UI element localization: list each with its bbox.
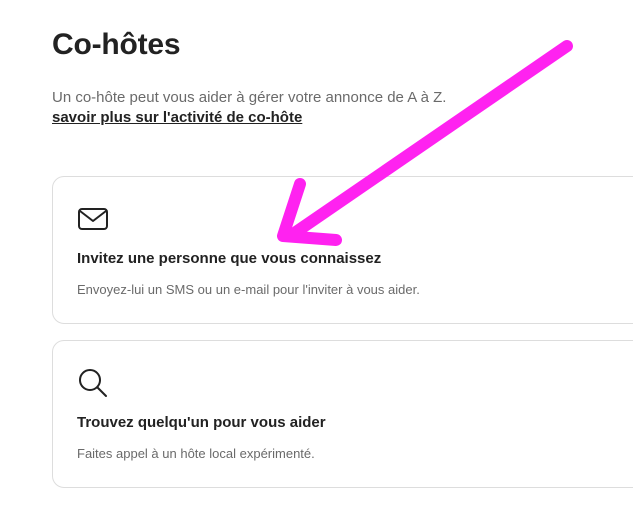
find-card-description: Faites appel à un hôte local expérimenté…	[77, 446, 315, 461]
envelope-icon	[77, 203, 109, 235]
page-title: Co-hôtes	[52, 28, 181, 61]
find-card-title: Trouvez quelqu'un pour vous aider	[77, 414, 326, 431]
invite-card-title: Invitez une personne que vous connaissez	[77, 250, 382, 267]
search-icon	[77, 367, 109, 399]
intro-paragraph: Un co-hôte peut vous aider à gérer votre…	[52, 88, 512, 128]
invite-known-person-card[interactable]: Invitez une personne que vous connaissez…	[52, 176, 633, 324]
learn-more-link[interactable]: savoir plus sur l'activité de co-hôte	[52, 108, 512, 128]
invite-card-description: Envoyez-lui un SMS ou un e-mail pour l'i…	[77, 282, 420, 297]
intro-text: Un co-hôte peut vous aider à gérer votre…	[52, 89, 447, 106]
find-helper-card[interactable]: Trouvez quelqu'un pour vous aider Faites…	[52, 340, 633, 488]
